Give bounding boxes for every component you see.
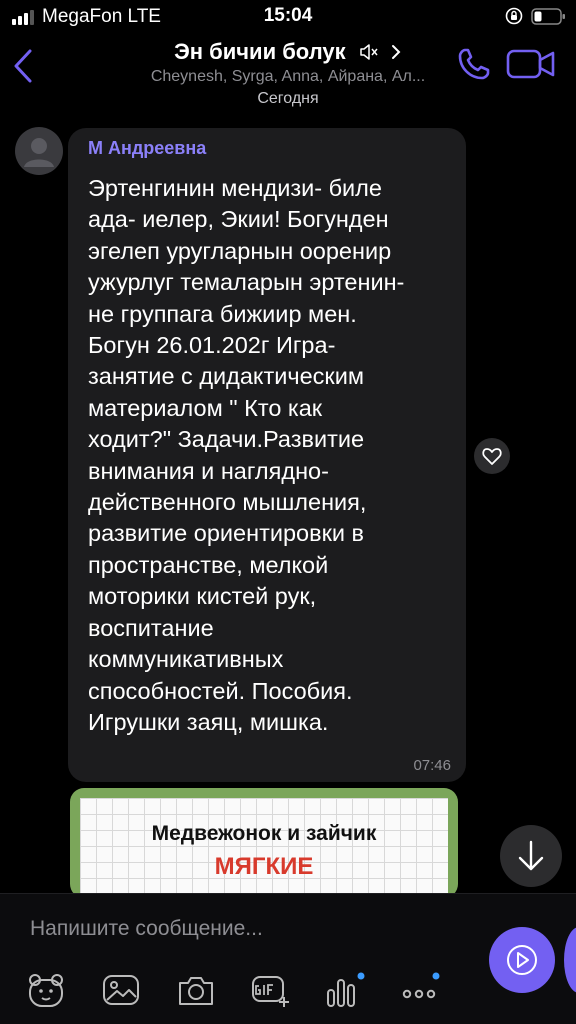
message-line: ужурлуг темаларын эртенин- — [88, 269, 405, 296]
battery-icon — [531, 8, 565, 25]
message-text: Эртенгинин мендизи- биле ада- иелер, Экии… — [88, 173, 460, 738]
message-line: способностей. Пособия. — [88, 677, 353, 704]
message-line: материалом " Кто как — [88, 394, 323, 421]
camera-icon[interactable] — [176, 972, 216, 1008]
next-page-edge — [564, 927, 576, 993]
chevron-right-icon — [391, 45, 401, 60]
status-bar: MegaFon LTE 15:04 — [0, 0, 576, 34]
message-line: внимания и наглядно- — [88, 457, 329, 484]
muted-speaker-icon — [360, 44, 378, 60]
message-time: 07:46 — [413, 757, 451, 774]
image-message[interactable]: Медвежонок и зайчик МЯГКИЕ — [70, 788, 458, 898]
message-line: Богун 26.01.202г Игра- — [88, 332, 336, 359]
message-line: не группага бижиир мен. — [88, 300, 357, 327]
message-line: коммуникативных — [88, 646, 284, 673]
status-time: 15:04 — [263, 5, 313, 26]
gallery-icon[interactable] — [101, 972, 141, 1008]
call-button[interactable] — [456, 46, 492, 82]
chat-header: Эн бичии болук Cheynesh, Syrga, Anna, Ай… — [0, 34, 576, 98]
message-line: занятие с дидактическим — [88, 363, 364, 390]
message-line: воспитание — [88, 614, 214, 641]
scroll-down-button[interactable] — [500, 825, 562, 887]
composer — [0, 893, 576, 1024]
message-line: эгелеп уругларнын ооренир — [88, 237, 392, 264]
message-line: действенного мышления, — [88, 489, 367, 516]
image-caption-subtitle: МЯГКИЕ — [214, 853, 314, 880]
heart-icon — [482, 448, 502, 465]
rotation-lock-icon — [505, 7, 523, 25]
video-call-button[interactable] — [506, 48, 556, 80]
image-preview: Медвежонок и зайчик МЯГКИЕ — [80, 798, 448, 898]
message-line: Игрушки заяц, мишка. — [88, 708, 329, 735]
sender-name[interactable]: М Андреевна — [88, 138, 206, 159]
message-line: развитие ориентировки в — [88, 520, 364, 547]
poll-icon[interactable] — [325, 972, 365, 1008]
like-button[interactable] — [474, 438, 510, 474]
message-line: Эртенгинин мендизи- биле — [88, 175, 382, 201]
arrow-down-icon — [518, 840, 544, 871]
message-line: пространстве, мелкой — [88, 551, 329, 578]
message-line: моторики кистей рук, — [88, 583, 317, 610]
message-bubble[interactable]: М Андреевна Эртенгинин мендизи- биле ада-… — [68, 128, 466, 782]
more-icon[interactable] — [400, 972, 440, 1008]
avatar-placeholder-icon — [24, 138, 54, 167]
message-line: ада- иелер, Экии! Богунден — [88, 206, 389, 233]
message-input[interactable] — [30, 914, 460, 944]
date-divider: Сегодня — [257, 90, 319, 107]
play-circle-icon — [507, 945, 537, 975]
message-line: ходит?" Задачи.Развитие — [88, 426, 365, 453]
sticker-icon[interactable] — [26, 972, 66, 1008]
gif-icon[interactable] — [250, 972, 290, 1008]
chat-title-text: Эн бичии болук — [174, 39, 346, 65]
image-caption-title: Медвежонок и зайчик — [151, 822, 377, 845]
voice-message-button[interactable] — [489, 927, 555, 993]
avatar[interactable] — [15, 127, 63, 175]
